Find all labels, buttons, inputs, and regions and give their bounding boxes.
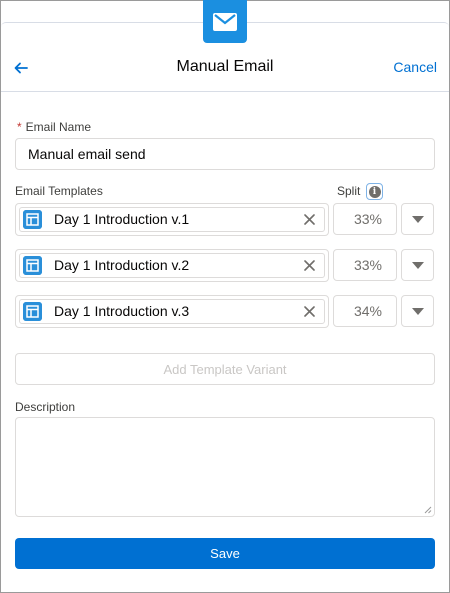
email-name-label-text: Email Name [25,120,92,134]
template-name: Day 1 Introduction v.2 [54,257,190,273]
template-lookup[interactable]: Day 1 Introduction v.3 [15,295,329,328]
chevron-down-icon [411,215,424,223]
email-name-input[interactable]: Manual email send [15,138,435,170]
page-title: Manual Email [176,58,274,75]
email-templates-label: Email Templates [15,184,103,198]
chevron-down-icon [411,307,424,315]
email-name-label: * Email Name [17,120,91,134]
resize-grip-icon[interactable] [424,506,432,514]
template-row: Day 1 Introduction v.1 33% [15,203,435,236]
description-textarea[interactable] [15,417,435,517]
split-input[interactable]: 33% [333,249,397,281]
template-icon [23,210,42,229]
remove-template-button[interactable] [301,211,318,228]
remove-template-button[interactable] [301,257,318,274]
template-name: Day 1 Introduction v.3 [54,303,190,319]
close-icon [304,306,315,317]
email-icon [213,12,237,31]
required-marker: * [17,120,22,134]
chevron-down-icon [411,261,424,269]
save-button[interactable]: Save [15,538,435,569]
email-badge [203,0,247,43]
cancel-button[interactable]: Cancel [393,59,437,75]
add-template-variant-button[interactable]: Add Template Variant [15,353,435,385]
split-input[interactable]: 33% [333,203,397,235]
template-pill[interactable]: Day 1 Introduction v.1 [19,207,325,232]
split-menu-button[interactable] [401,295,434,327]
template-pill[interactable]: Day 1 Introduction v.2 [19,253,325,278]
description-label: Description [15,400,76,414]
split-menu-button[interactable] [401,203,434,235]
split-label: Split [337,184,361,198]
split-input[interactable]: 34% [333,295,397,327]
template-pill[interactable]: Day 1 Introduction v.3 [19,299,325,324]
modal-header: Manual Email Cancel [1,45,449,92]
template-lookup[interactable]: Day 1 Introduction v.1 [15,203,329,236]
template-icon [23,256,42,275]
template-row: Day 1 Introduction v.3 34% [15,295,435,328]
template-row: Day 1 Introduction v.2 33% [15,249,435,282]
remove-template-button[interactable] [301,303,318,320]
close-icon [304,214,315,225]
template-icon [23,302,42,321]
info-icon[interactable]: i [366,183,383,200]
template-name: Day 1 Introduction v.1 [54,211,190,227]
template-lookup[interactable]: Day 1 Introduction v.2 [15,249,329,282]
close-icon [304,260,315,271]
split-menu-button[interactable] [401,249,434,281]
